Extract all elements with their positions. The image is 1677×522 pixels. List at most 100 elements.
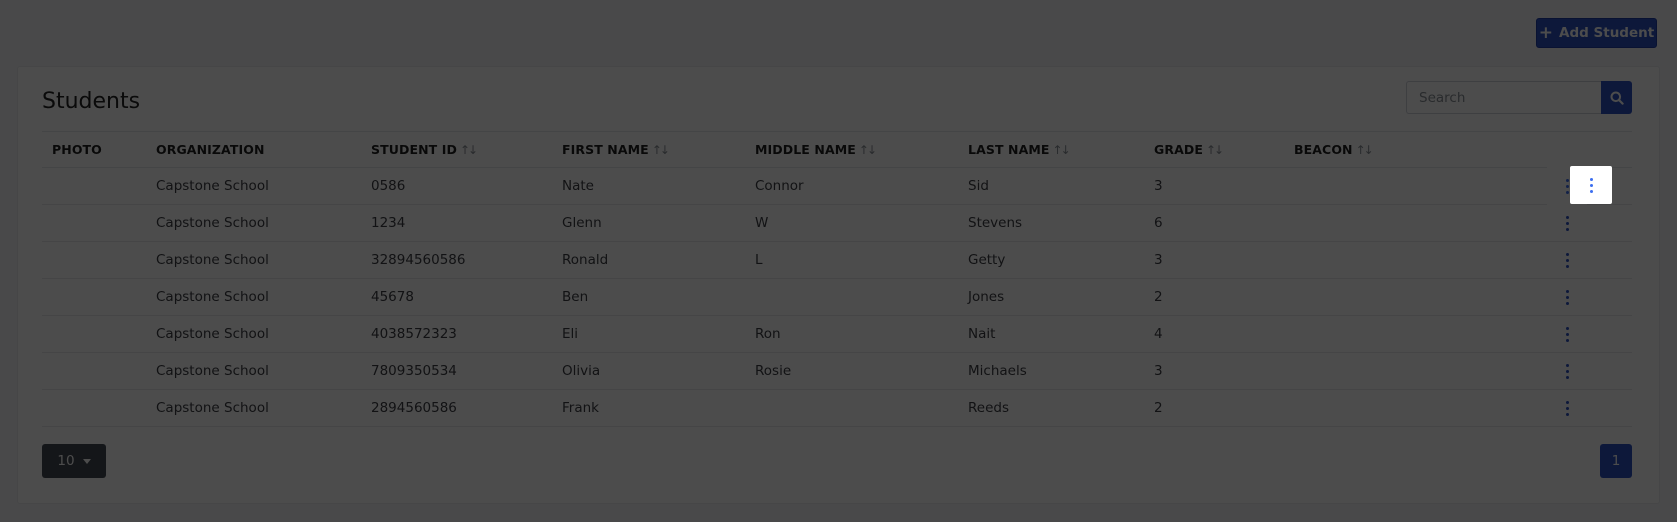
cell-grade: 2 — [1154, 289, 1163, 305]
cell-last-name: Stevens — [968, 215, 1023, 231]
more-vertical-icon — [1589, 177, 1593, 193]
cell-first-name: Nate — [562, 178, 594, 194]
cell-middle-name: Rosie — [755, 363, 792, 379]
search-icon — [1610, 91, 1624, 105]
more-vertical-icon — [1565, 253, 1569, 268]
search-input[interactable] — [1406, 81, 1601, 114]
column-label: LAST NAME — [968, 142, 1050, 157]
cell-student-id: 1234 — [371, 215, 406, 231]
column-label: MIDDLE NAME — [755, 142, 856, 157]
page-size-dropdown[interactable]: 10 — [42, 444, 106, 478]
page-1-button[interactable]: 1 — [1600, 444, 1632, 478]
cell-student-id: 2894560586 — [371, 400, 457, 416]
cell-student-id: 4038572323 — [371, 326, 457, 342]
table-row: Capstone School 1234 Glenn W Stevens 6 — [42, 205, 1632, 242]
column-header-student-id[interactable]: STUDENT ID ↑↓ — [371, 132, 478, 168]
column-label: GRADE — [1154, 142, 1203, 157]
students-table: PHOTO ORGANIZATION STUDENT ID ↑↓ FIRST NA… — [42, 131, 1632, 427]
sort-icon[interactable]: ↑↓ — [1356, 143, 1374, 157]
cell-grade: 3 — [1154, 252, 1163, 268]
table-row: Capstone School 45678 Ben Jones 2 — [42, 279, 1632, 316]
cell-organization: Capstone School — [156, 400, 269, 416]
row-actions-button[interactable] — [1547, 390, 1587, 427]
table-row: Capstone School 4038572323 Eli Ron Nait … — [42, 316, 1632, 353]
cell-student-id: 0586 — [371, 178, 406, 194]
cell-organization: Capstone School — [156, 363, 269, 379]
table-row: Capstone School 0586 Nate Connor Sid 3 — [42, 167, 1632, 205]
cell-organization: Capstone School — [156, 178, 269, 194]
caret-down-icon — [82, 458, 91, 464]
cell-last-name: Nait — [968, 326, 996, 342]
column-header-organization: ORGANIZATION — [156, 132, 265, 168]
sort-icon[interactable]: ↑↓ — [652, 143, 670, 157]
add-student-label: Add Student — [1559, 25, 1655, 41]
cell-first-name: Eli — [562, 326, 579, 342]
column-label: BEACON — [1294, 142, 1353, 157]
cell-student-id: 7809350534 — [371, 363, 457, 379]
sort-icon[interactable]: ↑↓ — [859, 143, 877, 157]
cell-last-name: Jones — [968, 289, 1005, 305]
table-row: Capstone School 7809350534 Olivia Rosie … — [42, 353, 1632, 390]
cell-middle-name: Connor — [755, 178, 804, 194]
more-vertical-icon — [1565, 327, 1569, 342]
row-actions-button[interactable] — [1547, 279, 1587, 316]
table-row: Capstone School 2894560586 Frank Reeds 2 — [42, 390, 1632, 427]
column-header-grade[interactable]: GRADE ↑↓ — [1154, 132, 1224, 168]
cell-first-name: Frank — [562, 400, 599, 416]
more-vertical-icon — [1565, 401, 1569, 416]
students-card: Students PHOTO ORGANIZATION STUDENT ID↑↓ — [17, 66, 1660, 504]
search-button[interactable] — [1601, 81, 1632, 114]
column-label: PHOTO — [52, 142, 102, 157]
page-size-value: 10 — [57, 453, 75, 469]
sort-icon[interactable]: ↑↓ — [1206, 143, 1224, 157]
column-header-middle-name[interactable]: MIDDLE NAME ↑↓ — [755, 132, 877, 168]
cell-grade: 4 — [1154, 326, 1163, 342]
column-header-first-name[interactable]: FIRST NAME ↑↓ — [562, 132, 670, 168]
column-header-beacon[interactable]: BEACON ↑↓ — [1294, 132, 1374, 168]
cell-grade: 3 — [1154, 178, 1163, 194]
column-header-last-name[interactable]: LAST NAME ↑↓ — [968, 132, 1071, 168]
more-vertical-icon — [1565, 178, 1569, 194]
column-label: FIRST NAME — [562, 142, 649, 157]
column-label: ORGANIZATION — [156, 142, 265, 157]
cell-organization: Capstone School — [156, 326, 269, 342]
cell-grade: 6 — [1154, 215, 1163, 231]
cell-organization: Capstone School — [156, 215, 269, 231]
students-page: + Add Student Students PHOTO ORGANIZATIO… — [0, 0, 1677, 522]
search-group — [1406, 81, 1632, 114]
row-actions-button[interactable] — [1547, 242, 1587, 279]
more-vertical-icon — [1565, 364, 1569, 379]
cell-organization: Capstone School — [156, 252, 269, 268]
row-actions-button[interactable] — [1547, 353, 1587, 390]
cell-middle-name: L — [755, 252, 763, 268]
cell-last-name: Getty — [968, 252, 1006, 268]
row-actions-button[interactable] — [1547, 205, 1587, 242]
cell-first-name: Glenn — [562, 215, 602, 231]
cell-student-id: 32894560586 — [371, 252, 466, 268]
highlighted-row-actions-button[interactable] — [1570, 166, 1612, 204]
add-student-button[interactable]: + Add Student — [1536, 18, 1657, 48]
cell-middle-name: Ron — [755, 326, 781, 342]
cell-grade: 3 — [1154, 363, 1163, 379]
column-label: STUDENT ID — [371, 142, 457, 157]
cell-first-name: Olivia — [562, 363, 601, 379]
cell-organization: Capstone School — [156, 289, 269, 305]
cell-last-name: Sid — [968, 178, 989, 194]
sort-icon[interactable]: ↑↓ — [460, 143, 478, 157]
cell-student-id: 45678 — [371, 289, 414, 305]
row-actions-button[interactable] — [1547, 316, 1587, 353]
cell-last-name: Michaels — [968, 363, 1027, 379]
more-vertical-icon — [1565, 216, 1569, 231]
table-row: Capstone School 32894560586 Ronald L Get… — [42, 242, 1632, 279]
more-vertical-icon — [1565, 290, 1569, 305]
column-header-photo: PHOTO — [52, 132, 102, 168]
page-title: Students — [42, 89, 141, 114]
sort-icon[interactable]: ↑↓ — [1053, 143, 1071, 157]
cell-first-name: Ben — [562, 289, 589, 305]
cell-middle-name: W — [755, 215, 769, 231]
cell-first-name: Ronald — [562, 252, 609, 268]
cell-grade: 2 — [1154, 400, 1163, 416]
table-header: PHOTO ORGANIZATION STUDENT ID ↑↓ FIRST NA… — [42, 131, 1632, 168]
cell-last-name: Reeds — [968, 400, 1009, 416]
plus-icon: + — [1538, 22, 1554, 43]
